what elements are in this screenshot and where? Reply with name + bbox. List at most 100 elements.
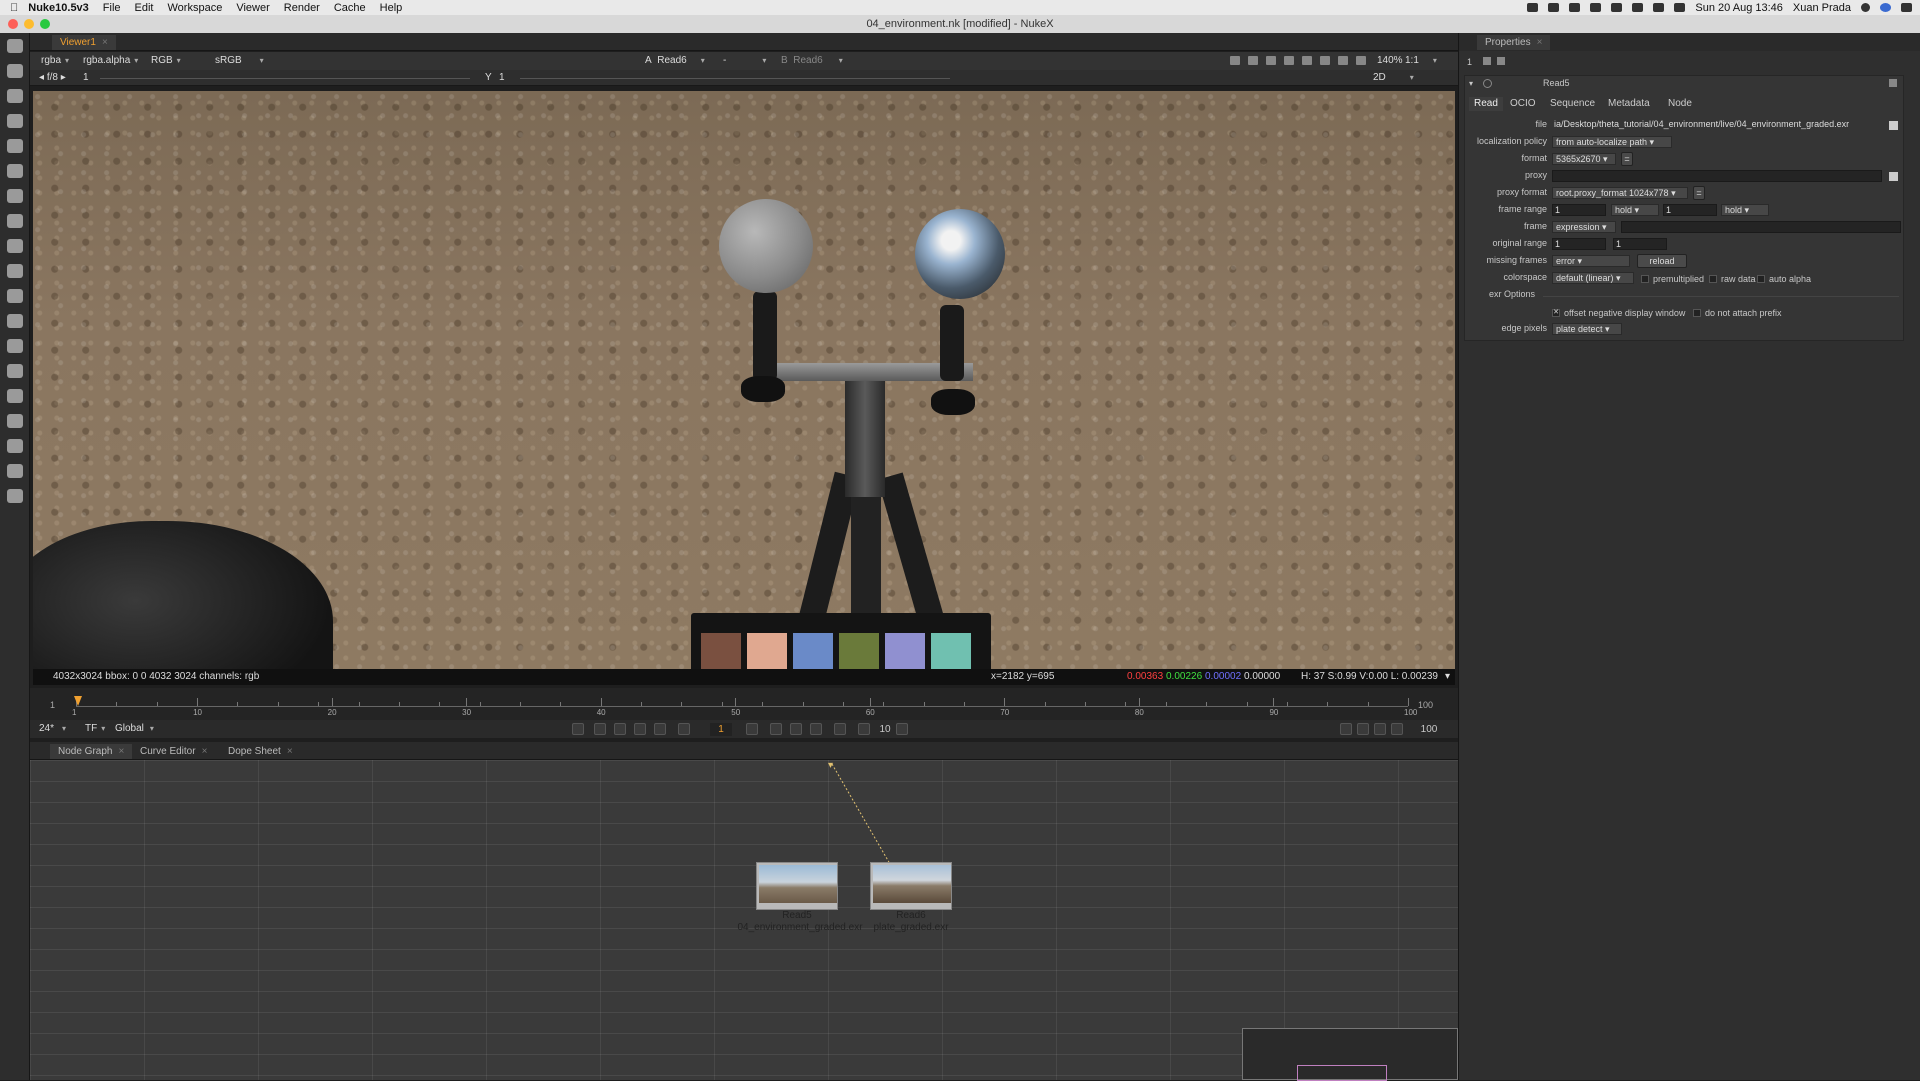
keyer-tool-icon[interactable]	[6, 214, 23, 228]
metadata-tool-icon[interactable]	[6, 389, 23, 403]
proxy-input[interactable]	[1552, 170, 1882, 182]
read5-node[interactable]	[756, 862, 838, 910]
gain-slider[interactable]	[100, 78, 470, 79]
filter-tool-icon[interactable]	[6, 189, 23, 203]
refresh-icon[interactable]	[1338, 56, 1348, 65]
tray-app-icon[interactable]	[1569, 3, 1581, 12]
max-panels-field[interactable]: 1	[1467, 57, 1472, 67]
format-dropdown[interactable]: 5365x2670 ▾	[1552, 153, 1616, 165]
frame-dropdown[interactable]: expression ▾	[1552, 221, 1616, 233]
timeline-track[interactable]	[76, 706, 1408, 707]
tray-app-icon[interactable]	[1611, 3, 1623, 12]
tray-app-icon[interactable]	[1527, 3, 1539, 12]
last-frame-button[interactable]	[810, 723, 822, 735]
tray-app-icon[interactable]	[1548, 3, 1560, 12]
tab-read[interactable]: Read	[1469, 97, 1503, 111]
timeline[interactable]: 1 100 1 10 20 30 40 50 60 70 80 90 100	[30, 688, 1458, 722]
input-op-dropdown[interactable]: - ▾	[720, 54, 769, 68]
menu-workspace[interactable]: Workspace	[168, 2, 223, 14]
nuke-tool-icon[interactable]	[6, 489, 23, 503]
input-b-dropdown[interactable]: B Read6 ▾	[778, 54, 846, 68]
image-tool-icon[interactable]	[6, 64, 23, 78]
collapse-icon[interactable]: ▾	[1469, 79, 1473, 88]
ratio-dropdown[interactable]: 1:1 ▾	[1402, 54, 1440, 68]
display-dropdown[interactable]: RGB ▾	[148, 54, 184, 68]
viewer-node-icon[interactable]: ▾	[828, 760, 833, 771]
skip-back-button[interactable]	[858, 723, 870, 735]
zoom-dropdown[interactable]: 140%	[1374, 54, 1406, 68]
node-graph-canvas[interactable]: ▾ Read5 04_environment_graded.exr Read6 …	[30, 760, 1458, 1081]
zoom-window-button[interactable]	[40, 19, 50, 29]
3d-tool-icon[interactable]	[6, 289, 23, 303]
pause-icon[interactable]	[1356, 56, 1366, 65]
apple-icon[interactable]: 	[10, 2, 18, 14]
menu-viewer[interactable]: Viewer	[236, 2, 269, 14]
furnace-tool-icon[interactable]	[6, 464, 23, 478]
float-panel-icon[interactable]	[1889, 79, 1897, 87]
gain-label[interactable]: ◂ f/8 ▸	[36, 71, 69, 85]
reload-button[interactable]: reload	[1637, 254, 1687, 268]
close-tab-icon[interactable]: ×	[202, 746, 208, 757]
user-name[interactable]: Xuan Prada	[1793, 2, 1851, 14]
lock-panel-icon[interactable]	[1483, 57, 1491, 65]
views-tool-icon[interactable]	[6, 364, 23, 378]
first-frame-button[interactable]	[614, 723, 626, 735]
skip-forward-button[interactable]	[896, 723, 908, 735]
particles-tool-icon[interactable]	[6, 314, 23, 328]
clear-panel-icon[interactable]	[1497, 57, 1505, 65]
wipe-icon[interactable]	[1266, 56, 1276, 65]
node-color-icon[interactable]	[1483, 79, 1492, 88]
frame-range-start[interactable]: 1	[1552, 204, 1606, 216]
other-tool-icon[interactable]	[6, 439, 23, 453]
tab-ocio[interactable]: OCIO	[1505, 97, 1541, 111]
colorspace-dropdown[interactable]: default (linear) ▾	[1552, 272, 1634, 284]
channels-dropdown[interactable]: rgba ▾	[38, 54, 72, 68]
flipbook-button[interactable]	[1391, 723, 1403, 735]
tab-curve-editor[interactable]: Curve Editor ×	[132, 744, 215, 759]
node-name-field[interactable]: Read5	[1543, 78, 1643, 90]
gamma-field[interactable]: 1	[496, 71, 508, 85]
tf-dropdown[interactable]: TF ▾	[82, 722, 108, 736]
next-keyframe-button[interactable]	[790, 723, 802, 735]
channel-tool-icon[interactable]	[6, 139, 23, 153]
alpha-dropdown[interactable]: rgba.alpha ▾	[80, 54, 141, 68]
toolsets-tool-icon[interactable]	[6, 414, 23, 428]
color-tool-icon[interactable]	[6, 164, 23, 178]
mask-icon[interactable]	[1302, 56, 1312, 65]
premultiplied-checkbox[interactable]	[1641, 275, 1649, 283]
gain-field[interactable]: 1	[80, 71, 92, 85]
status-menu-icon[interactable]: ▾	[1445, 669, 1450, 685]
frame-range-end-mode[interactable]: hold ▾	[1721, 204, 1769, 216]
lut-icon[interactable]	[1320, 56, 1330, 65]
notification-center-icon[interactable]	[1901, 3, 1912, 12]
raw-data-checkbox[interactable]	[1709, 275, 1717, 283]
minimize-window-button[interactable]	[24, 19, 34, 29]
clock[interactable]: Sun 20 Aug 13:46	[1695, 2, 1782, 14]
missing-frames-dropdown[interactable]: error ▾	[1552, 255, 1630, 267]
edge-pixels-dropdown[interactable]: plate detect ▾	[1552, 323, 1622, 335]
step-forward-button[interactable]	[746, 723, 758, 735]
fps-dropdown[interactable]: 24* ▾	[36, 722, 69, 736]
proxy-format-dropdown[interactable]: root.proxy_format 1024x778 ▾	[1552, 187, 1688, 199]
close-tab-icon[interactable]: ×	[287, 746, 293, 757]
sync-icon[interactable]	[572, 723, 584, 735]
transform-tool-icon[interactable]	[6, 264, 23, 278]
volume-icon[interactable]	[1674, 3, 1686, 12]
offset-negative-checkbox[interactable]: ✕	[1552, 309, 1560, 317]
out-point-button[interactable]	[834, 723, 846, 735]
draw-tool-icon[interactable]	[6, 89, 23, 103]
tab-properties[interactable]: Properties ×	[1477, 35, 1551, 50]
tab-viewer1[interactable]: Viewer1 ×	[52, 35, 116, 50]
viewer-image[interactable]	[33, 91, 1455, 669]
close-window-button[interactable]	[8, 19, 18, 29]
end-frame-field[interactable]: 100	[1414, 723, 1444, 736]
time-tool-icon[interactable]	[6, 114, 23, 128]
tab-node-graph[interactable]: Node Graph ×	[50, 744, 133, 759]
auto-alpha-checkbox[interactable]	[1757, 275, 1765, 283]
frame-input[interactable]	[1621, 221, 1901, 233]
folder-icon[interactable]	[1889, 121, 1898, 130]
current-frame-field[interactable]: 1	[710, 723, 732, 736]
scope-dropdown[interactable]: Global ▾	[112, 722, 157, 736]
app-menu[interactable]: Nuke10.5v3	[28, 2, 89, 14]
lock-range-button[interactable]	[1374, 723, 1386, 735]
